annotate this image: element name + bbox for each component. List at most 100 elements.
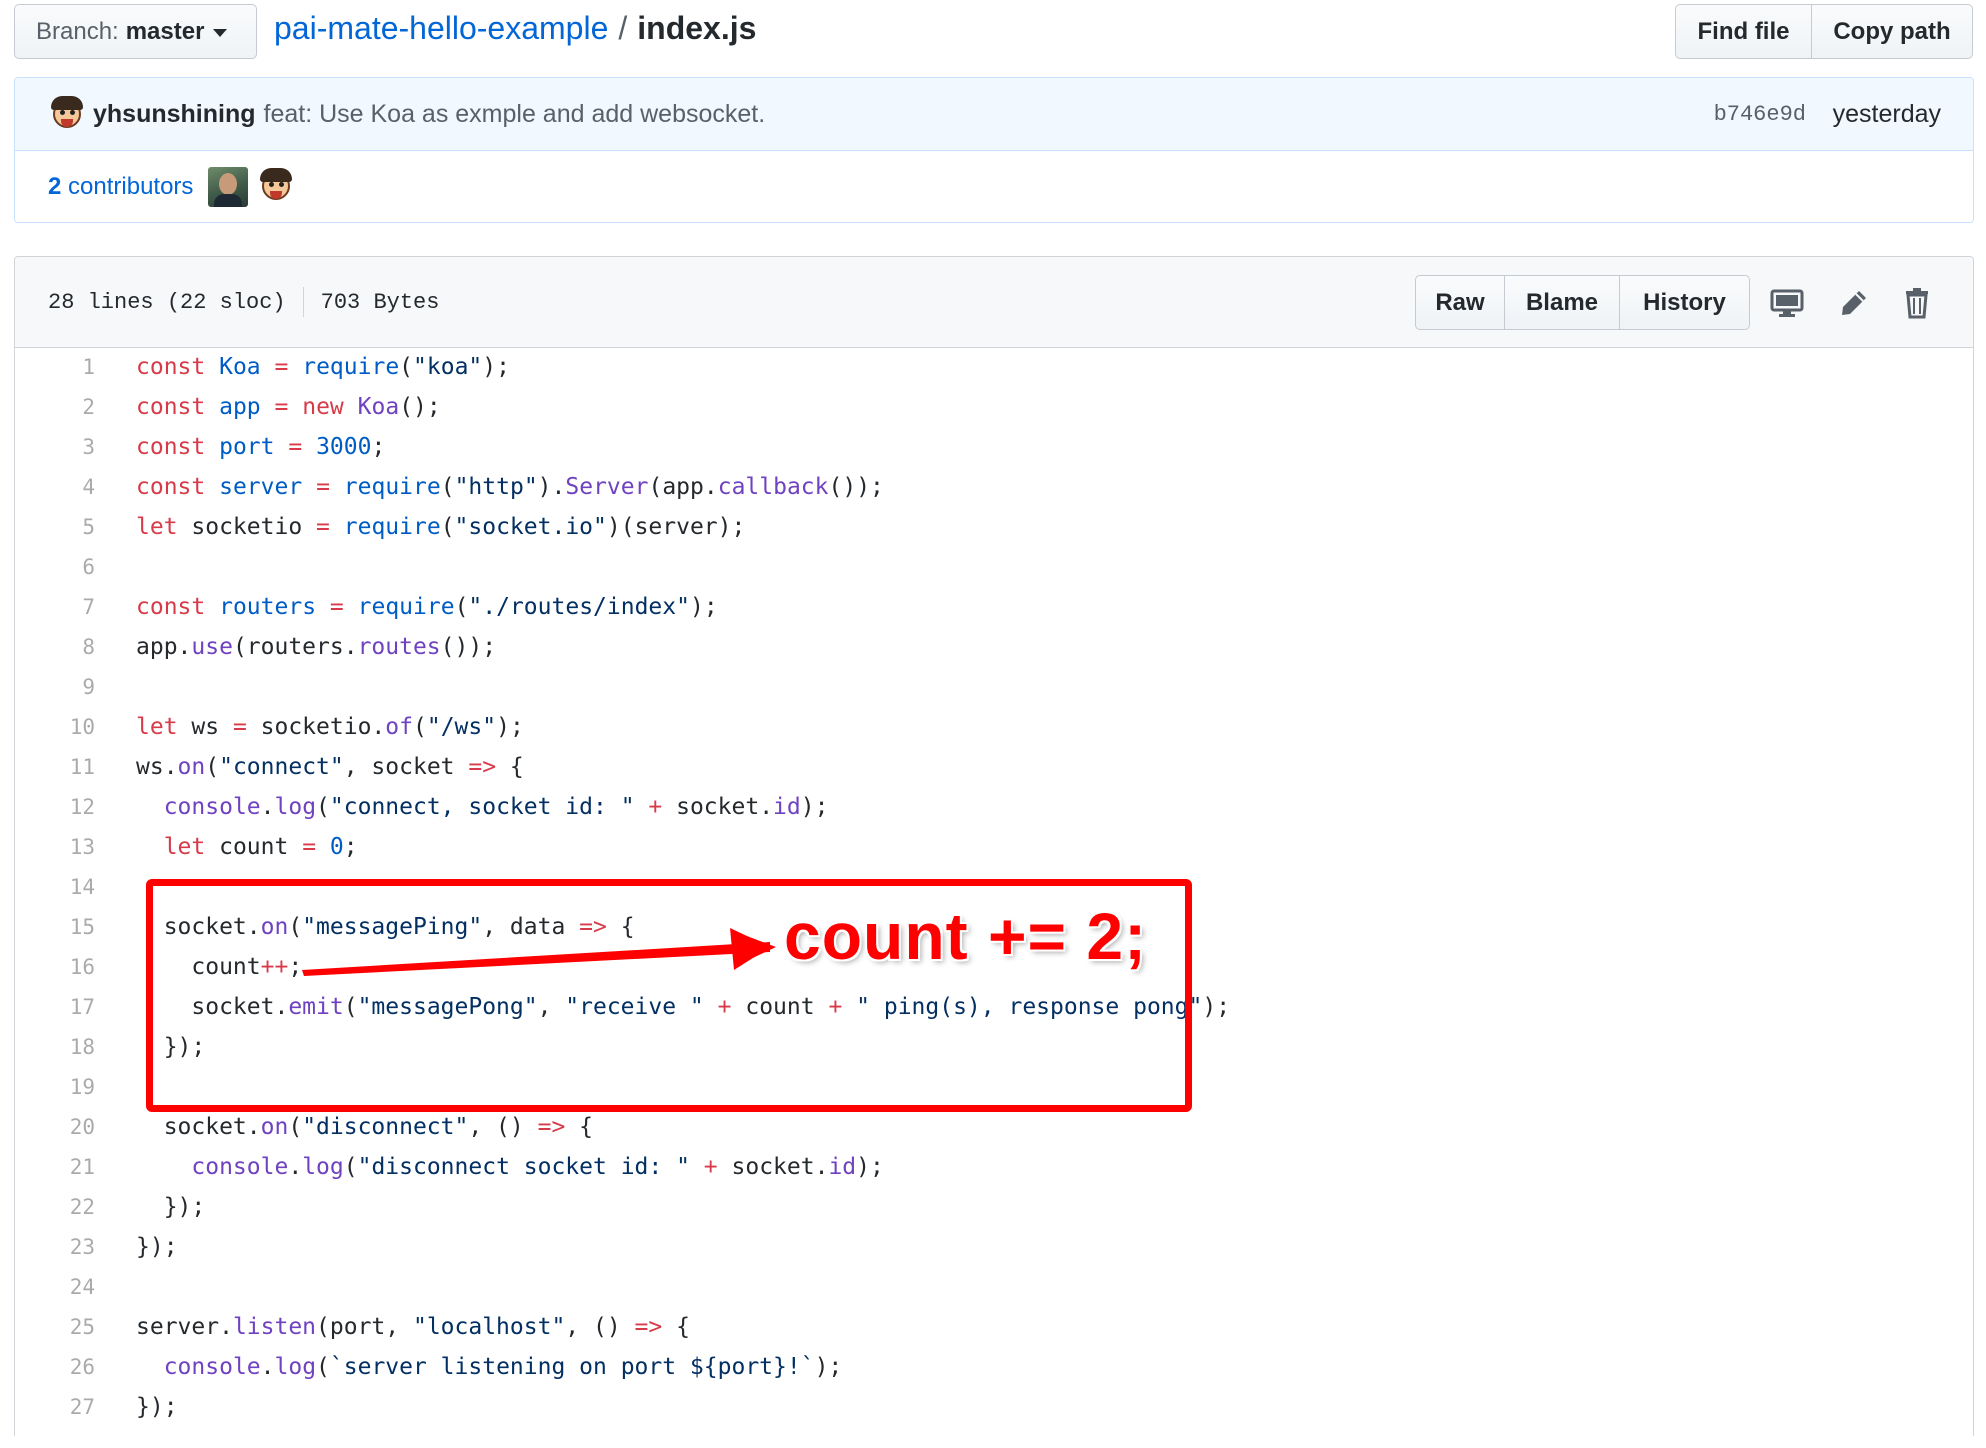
file-viewer: 28 lines (22 sloc) 703 Bytes Raw Blame H… xyxy=(14,256,1974,1436)
line-number[interactable]: 27 xyxy=(15,1395,95,1419)
line-number[interactable]: 14 xyxy=(15,875,95,899)
contributors-link[interactable]: 2 contributors xyxy=(48,173,193,201)
line-number[interactable]: 9 xyxy=(15,675,95,699)
code-line: 9 xyxy=(15,668,1973,708)
line-number[interactable]: 8 xyxy=(15,635,95,659)
line-content: console.log("connect, socket id: " + soc… xyxy=(163,794,829,820)
breadcrumb-repo-link[interactable]: pai-mate-hello-example xyxy=(274,10,608,47)
code-line: 21 console.log("disconnect socket id: " … xyxy=(15,1148,1973,1188)
line-number[interactable]: 19 xyxy=(15,1075,95,1099)
commit-message-link[interactable]: feat: Use Koa as exmple and add websocke… xyxy=(264,100,766,129)
blame-button[interactable]: Blame xyxy=(1505,275,1620,330)
line-number[interactable]: 4 xyxy=(15,475,95,499)
desktop-icon[interactable] xyxy=(1767,283,1807,323)
history-button[interactable]: History xyxy=(1620,275,1750,330)
line-content: const server = require("http").Server(ap… xyxy=(136,474,884,500)
line-number[interactable]: 2 xyxy=(15,395,95,419)
line-number[interactable]: 1 xyxy=(15,355,95,379)
commit-author-link[interactable]: yhsunshining xyxy=(93,100,256,129)
code-line: 10 let ws = socketio.of("/ws"); xyxy=(15,708,1973,748)
line-number[interactable]: 20 xyxy=(15,1115,95,1139)
line-number[interactable]: 24 xyxy=(15,1275,95,1299)
line-content: console.log(`server listening on port ${… xyxy=(163,1354,843,1380)
raw-button[interactable]: Raw xyxy=(1415,275,1505,330)
line-number[interactable]: 13 xyxy=(15,835,95,859)
branch-label: Branch: xyxy=(36,17,119,45)
file-actions-button-group: Raw Blame History xyxy=(1415,275,1750,330)
line-content: let count = 0; xyxy=(163,834,358,860)
line-number[interactable]: 16 xyxy=(15,955,95,979)
line-number[interactable]: 21 xyxy=(15,1155,95,1179)
code-line: 27}); xyxy=(15,1388,1973,1428)
code-line: 26 console.log(`server listening on port… xyxy=(15,1348,1973,1388)
line-number[interactable]: 11 xyxy=(15,755,95,779)
annotation-arrow-icon xyxy=(302,928,776,976)
line-number[interactable]: 25 xyxy=(15,1315,95,1339)
line-content: }); xyxy=(136,1194,206,1220)
branch-select-button[interactable]: Branch: master xyxy=(14,4,257,59)
line-number[interactable]: 15 xyxy=(15,915,95,939)
line-content: }); xyxy=(136,1394,178,1420)
code-line: 20 socket.on("disconnect", () => { xyxy=(15,1108,1973,1148)
line-content: const port = 3000; xyxy=(136,434,386,460)
code-line: 7 const routers = require("./routes/index… xyxy=(15,588,1973,628)
code-line: 8 app.use(routers.routes()); xyxy=(15,628,1973,668)
code-line: 24 xyxy=(15,1268,1973,1308)
line-content: const app = new Koa(); xyxy=(136,394,441,420)
breadcrumb: pai-mate-hello-example / index.js xyxy=(274,10,756,47)
commit-tease: yhsunshining feat: Use Koa as exmple and… xyxy=(14,77,1974,223)
code-line: 25 server.listen(port, "localhost", () =>… xyxy=(15,1308,1973,1348)
line-number[interactable]: 7 xyxy=(15,595,95,619)
file-size: 703 Bytes xyxy=(320,289,440,315)
file-header: 28 lines (22 sloc) 703 Bytes Raw Blame H… xyxy=(15,257,1973,348)
line-number[interactable]: 22 xyxy=(15,1195,95,1219)
line-content: let socketio = require("socket.io")(serv… xyxy=(136,514,746,540)
line-number[interactable]: 3 xyxy=(15,435,95,459)
line-content: }); xyxy=(136,1234,178,1260)
commit-sha-link[interactable]: b746e9d xyxy=(1714,102,1806,127)
line-number[interactable]: 18 xyxy=(15,1035,95,1059)
contributors-row: 2 contributors xyxy=(15,151,1973,222)
file-info: 28 lines (22 sloc) 703 Bytes xyxy=(48,287,439,317)
line-number[interactable]: 26 xyxy=(15,1355,95,1379)
chevron-down-icon xyxy=(213,28,228,37)
file-path-bar: Branch: master pai-mate-hello-example / … xyxy=(0,0,1986,62)
code-line: 12 console.log("connect, socket id: " + … xyxy=(15,788,1973,828)
copy-path-button[interactable]: Copy path xyxy=(1812,4,1973,59)
author-avatar[interactable] xyxy=(48,95,86,133)
line-content: console.log("disconnect socket id: " + s… xyxy=(191,1154,884,1180)
code-line: 3 const port = 3000; xyxy=(15,428,1973,468)
code-line: 23}); xyxy=(15,1228,1973,1268)
line-content: let ws = socketio.of("/ws"); xyxy=(136,714,524,740)
code-line: 22 }); xyxy=(15,1188,1973,1228)
code-line: 2 const app = new Koa(); xyxy=(15,388,1973,428)
code-line: 1 const Koa = require("koa"); xyxy=(15,348,1973,388)
trash-icon[interactable] xyxy=(1897,283,1937,323)
line-number[interactable]: 17 xyxy=(15,995,95,1019)
line-number[interactable]: 23 xyxy=(15,1235,95,1259)
line-content: app.use(routers.routes()); xyxy=(136,634,497,660)
contributors-label: contributors xyxy=(68,173,194,200)
line-number[interactable]: 12 xyxy=(15,795,95,819)
code-line: 13 let count = 0; xyxy=(15,828,1973,868)
code-line: 6 xyxy=(15,548,1973,588)
code-line: 4 const server = require("http").Server(a… xyxy=(15,468,1973,508)
breadcrumb-separator: / xyxy=(618,10,628,46)
line-number[interactable]: 5 xyxy=(15,515,95,539)
code-line: 11 ws.on("connect", socket => { xyxy=(15,748,1973,788)
latest-commit-row: yhsunshining feat: Use Koa as exmple and… xyxy=(15,78,1973,151)
pencil-icon[interactable] xyxy=(1834,283,1874,323)
line-content: socket.on("disconnect", () => { xyxy=(136,1114,594,1140)
line-content: ws.on("connect", socket => { xyxy=(136,754,524,780)
branch-name: master xyxy=(125,17,205,45)
line-number[interactable]: 10 xyxy=(15,715,95,739)
contributor-avatar-cartoon[interactable] xyxy=(257,167,297,207)
breadcrumb-file-name: index.js xyxy=(637,10,757,46)
contributor-avatar-photo[interactable] xyxy=(208,167,249,207)
file-info-divider xyxy=(302,287,304,317)
find-file-button[interactable]: Find file xyxy=(1675,4,1812,59)
code-line: 5 let socketio = require("socket.io")(ser… xyxy=(15,508,1973,548)
commit-time: yesterday xyxy=(1832,99,1941,128)
file-line-count: 28 lines (22 sloc) xyxy=(48,289,286,315)
line-number[interactable]: 6 xyxy=(15,555,95,579)
